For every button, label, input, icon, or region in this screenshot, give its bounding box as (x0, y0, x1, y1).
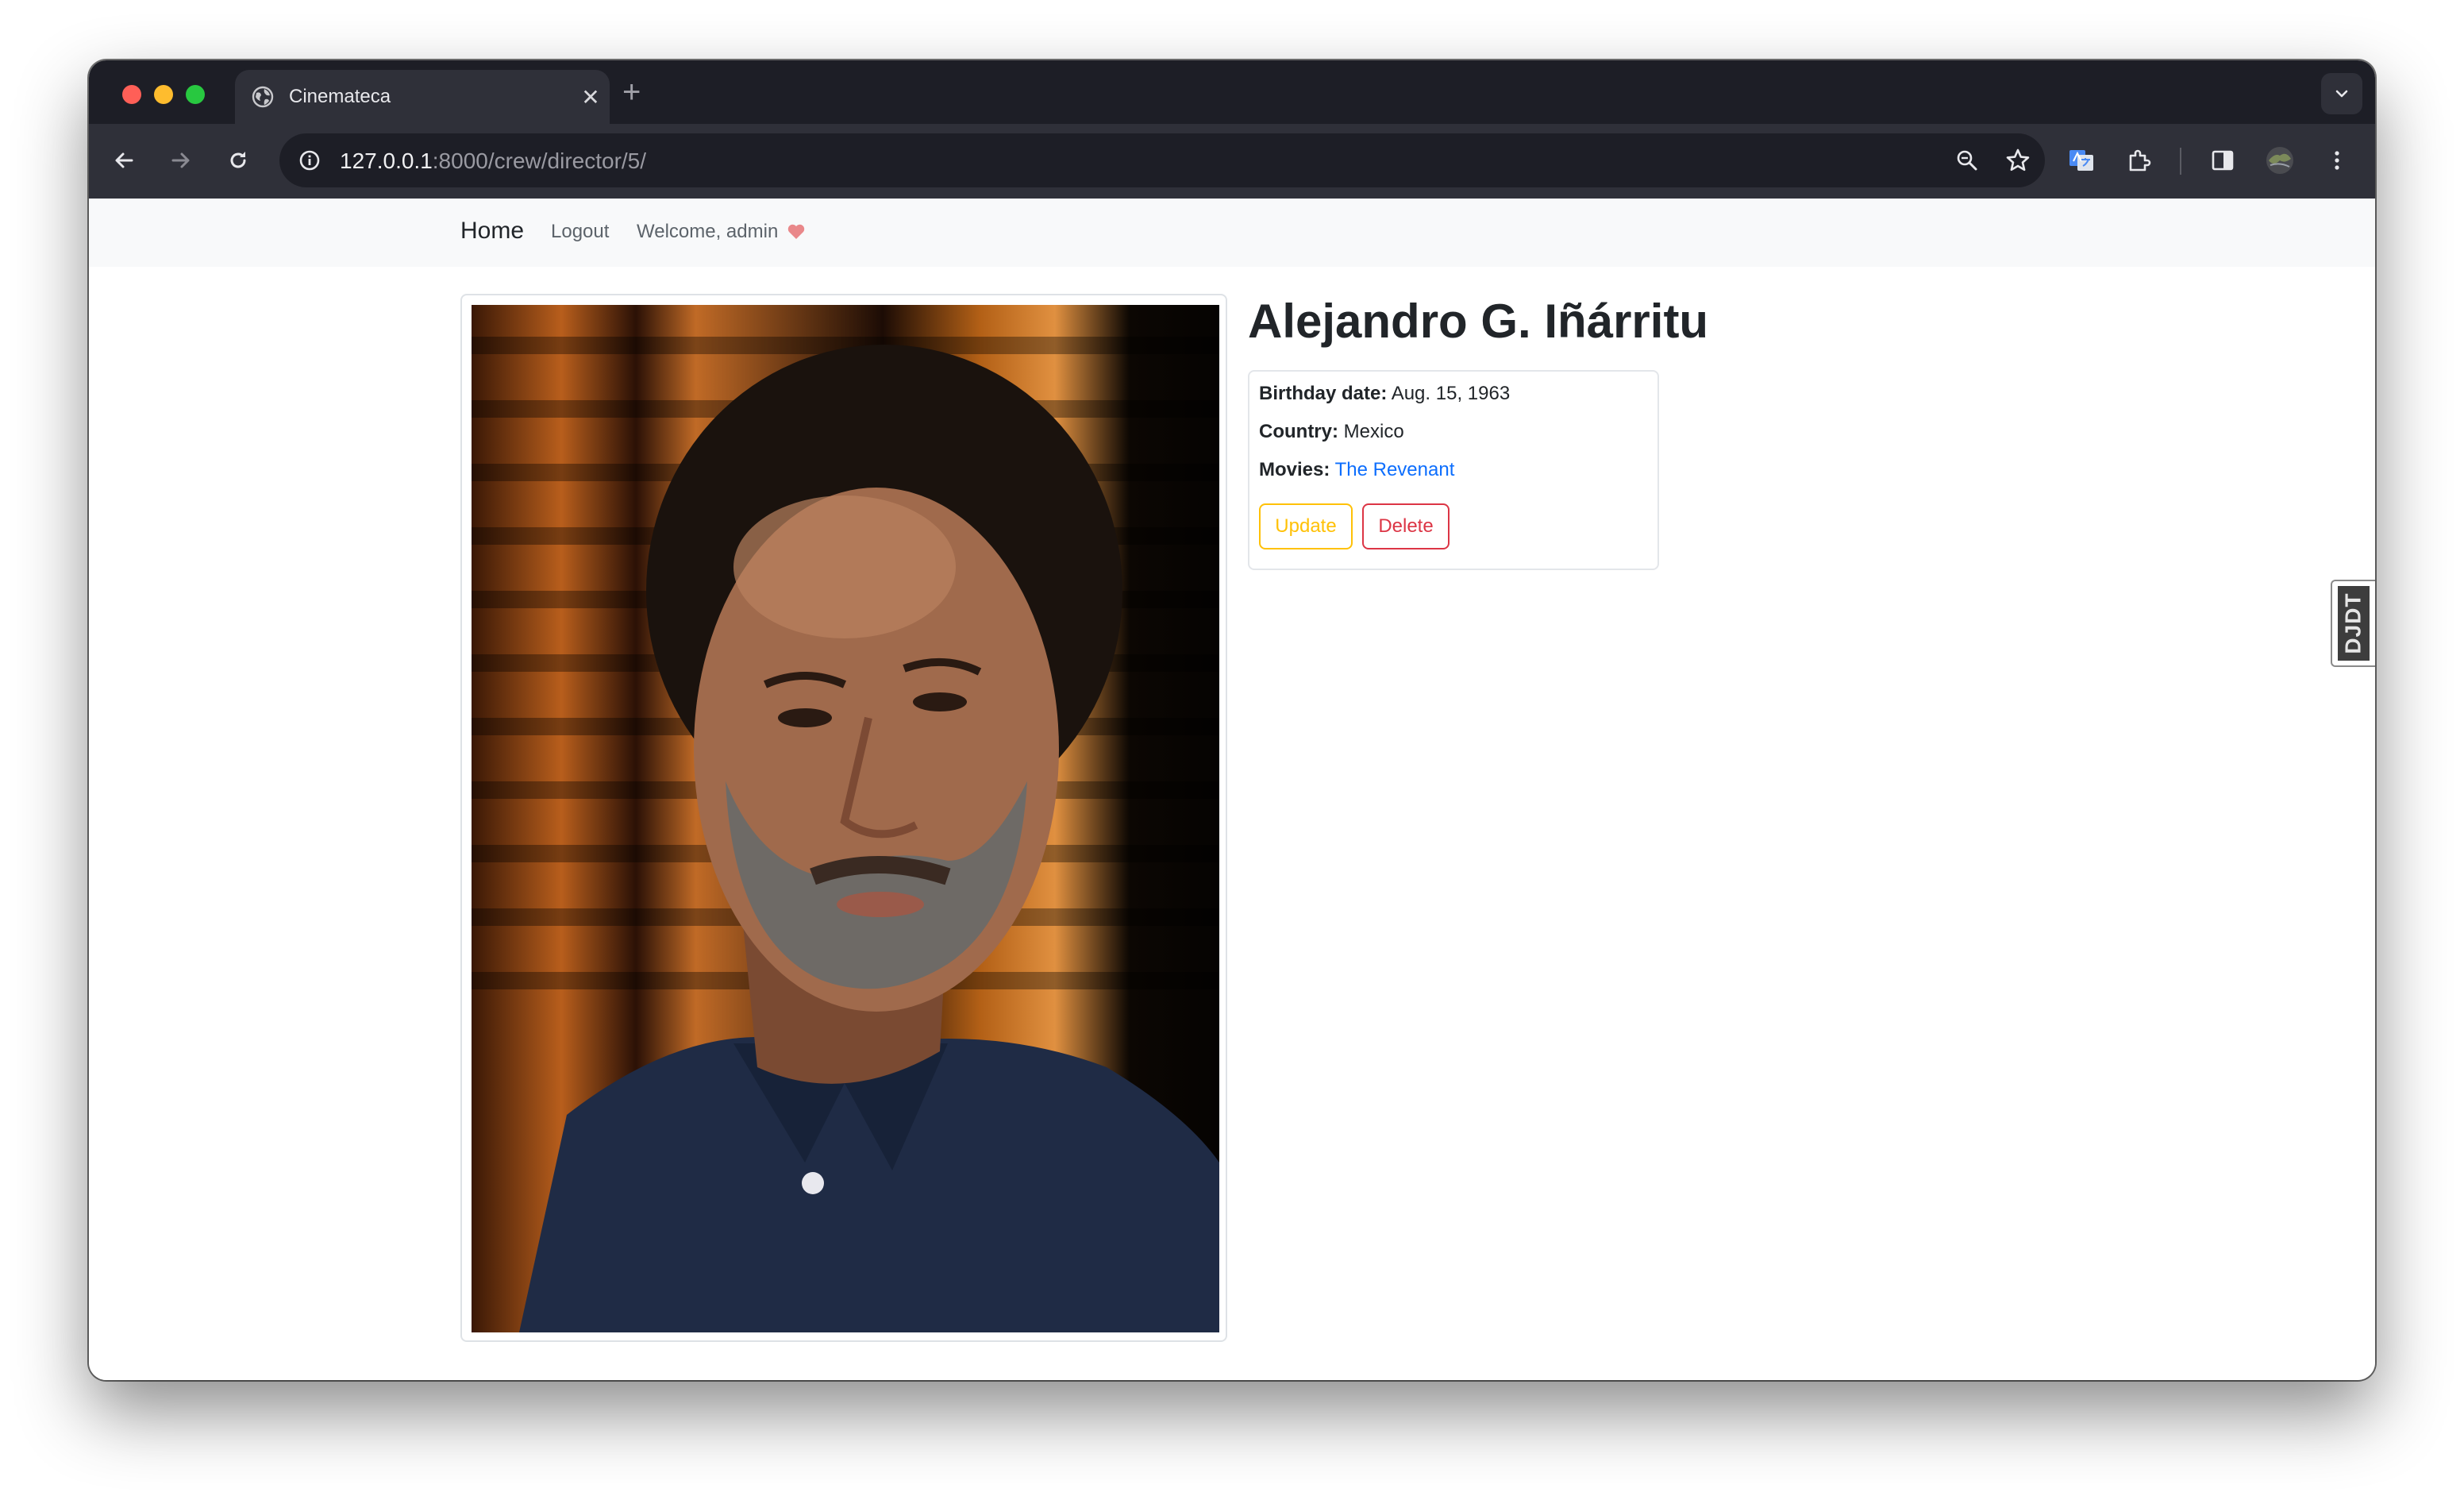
page-content: Home Logout Welcome, admin Alejandro G. … (89, 199, 2375, 1380)
debug-toolbar-handle[interactable]: DJDT (2331, 580, 2375, 667)
heart-icon (787, 224, 805, 239)
delete-button[interactable]: Delete (1362, 503, 1450, 549)
back-button[interactable] (105, 141, 143, 179)
tab-strip: Cinemateca ✕ + (89, 60, 2375, 124)
nav-logout-link[interactable]: Logout (551, 221, 609, 243)
welcome-text: Welcome, admin (637, 221, 779, 242)
site-navbar: Home Logout Welcome, admin (89, 199, 2375, 267)
new-tab-button[interactable]: + (622, 73, 641, 111)
country-row: Country: Mexico (1259, 421, 1404, 443)
director-name-heading: Alejandro G. Iñárritu (1248, 295, 1709, 348)
tab-close-icon[interactable]: ✕ (572, 84, 610, 110)
side-panel-button[interactable] (2204, 141, 2242, 179)
url-text: 127.0.0.1:8000/crew/director/5/ (340, 148, 646, 174)
browser-toolbar: 127.0.0.1:8000/crew/director/5/ (89, 124, 2375, 199)
site-info-icon[interactable] (291, 141, 329, 179)
extensions-button[interactable] (2119, 141, 2158, 179)
chevron-down-icon (2335, 90, 2348, 98)
director-details-card: Birthday date: Aug. 15, 1963 Country: Me… (1248, 370, 1659, 570)
movies-label: Movies: (1259, 459, 1330, 480)
puzzle-icon (2129, 149, 2151, 172)
tab-cinemateca[interactable]: Cinemateca ✕ (235, 70, 610, 124)
debug-toolbar-label: DJDT (2341, 592, 2366, 654)
toolbar-divider (2180, 148, 2181, 175)
birthday-value: Aug. 15, 1963 (1391, 383, 1511, 404)
birthday-label: Birthday date: (1259, 383, 1388, 404)
url-path: :8000/crew/director/5/ (432, 148, 647, 173)
nav-home-link[interactable]: Home (460, 218, 524, 245)
address-bar[interactable]: 127.0.0.1:8000/crew/director/5/ (279, 133, 2045, 187)
reload-button[interactable] (219, 141, 257, 179)
browser-window: Cinemateca ✕ + 127.0.0.1:8000/crew/direc… (89, 60, 2375, 1380)
bookmark-star-icon[interactable] (1999, 141, 2037, 179)
translate-extension-button[interactable] (2062, 141, 2100, 179)
minimize-window-button[interactable] (154, 85, 173, 104)
browser-menu-button[interactable] (2318, 141, 2356, 179)
country-value: Mexico (1343, 421, 1404, 442)
movie-link[interactable]: The Revenant (1335, 459, 1455, 480)
url-host: 127.0.0.1 (340, 148, 433, 173)
tab-title: Cinemateca (289, 86, 391, 107)
globe-icon (251, 85, 275, 109)
birthday-row: Birthday date: Aug. 15, 1963 (1259, 383, 1510, 405)
profile-button[interactable] (2261, 141, 2299, 179)
director-photo-frame (460, 294, 1227, 1342)
zoom-icon[interactable] (1948, 141, 1986, 179)
reload-icon (230, 152, 246, 168)
movies-row: Movies: The Revenant (1259, 459, 1454, 481)
forward-button[interactable] (162, 141, 200, 179)
translate-icon (2069, 150, 2093, 171)
side-panel-icon (2212, 150, 2234, 171)
maximize-window-button[interactable] (186, 85, 205, 104)
close-window-button[interactable] (122, 85, 141, 104)
debug-toolbar-badge: DJDT (2338, 586, 2370, 661)
tab-search-button[interactable] (2321, 73, 2362, 114)
welcome-message: Welcome, admin (637, 221, 806, 243)
update-button[interactable]: Update (1259, 503, 1353, 549)
arrow-right-icon (171, 152, 190, 168)
arrow-left-icon (115, 152, 133, 168)
kebab-menu-icon (2335, 151, 2339, 170)
country-label: Country: (1259, 421, 1338, 442)
profile-avatar-icon (2266, 147, 2293, 174)
director-photo (472, 305, 1219, 1332)
